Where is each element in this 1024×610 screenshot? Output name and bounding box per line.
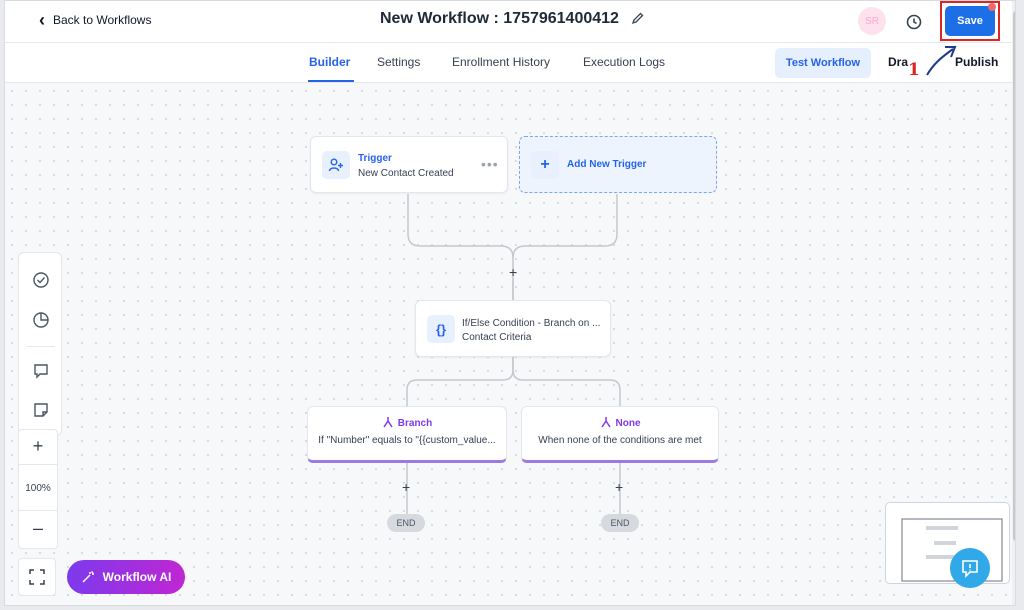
workflow-canvas[interactable]: Trigger New Contact Created ••• + Add Ne… [5, 84, 1015, 605]
workflow-ai-label: Workflow AI [102, 570, 172, 584]
avatar[interactable]: SR [858, 7, 886, 35]
back-label: Back to Workflows [53, 13, 152, 27]
if-else-condition-node[interactable]: {} If/Else Condition - Branch on ... Con… [415, 300, 611, 357]
avatar-initials: SR [865, 15, 879, 27]
workflow-ai-button[interactable]: Workflow AI [67, 560, 185, 594]
active-tab-underline [308, 80, 354, 82]
add-new-trigger-node[interactable]: + Add New Trigger [519, 136, 717, 193]
branch-description: If "Number" equals to "{{custom_value... [318, 435, 496, 446]
none-description: When none of the conditions are met [538, 435, 702, 446]
branch-title: Branch [308, 416, 506, 429]
top-bar: ‹ Back to Workflows New Workflow : 17579… [5, 1, 1015, 43]
zoom-out-button[interactable]: – [19, 518, 57, 539]
save-button[interactable]: Save [945, 6, 995, 36]
magic-wand-icon [82, 570, 94, 583]
save-label: Save [957, 15, 983, 27]
branch-node[interactable]: Branch If "Number" equals to "{{custom_v… [307, 406, 507, 463]
vertical-scrollbar-thumb[interactable] [1013, 11, 1015, 541]
zoom-in-button[interactable]: + [19, 436, 57, 457]
branch-title-text: Branch [397, 418, 433, 429]
tab-bar: Builder Settings Enrollment History Exec… [5, 43, 1015, 83]
step-number-annotation: 1 [908, 60, 920, 80]
chevron-left-icon: ‹ [39, 10, 45, 30]
back-to-workflows-link[interactable]: ‹ Back to Workflows [39, 10, 152, 30]
zoom-controls: + 100% – [18, 429, 58, 549]
end-node: END [601, 514, 639, 532]
condition-subtitle: Contact Criteria [462, 332, 532, 343]
test-workflow-label: Test Workflow [785, 57, 861, 69]
more-options-icon[interactable]: ••• [481, 156, 499, 172]
comment-icon[interactable] [30, 360, 52, 382]
notification-dot [988, 3, 996, 11]
branch-icon [600, 417, 611, 428]
trigger-subtitle: New Contact Created [358, 168, 454, 179]
sticky-note-icon[interactable] [30, 399, 52, 421]
add-step-button[interactable]: + [615, 479, 623, 495]
add-step-button[interactable]: + [402, 479, 410, 495]
none-title-text: None [615, 418, 641, 429]
test-workflow-button[interactable]: Test Workflow [775, 48, 871, 78]
check-circle-icon[interactable] [30, 269, 52, 291]
annotation-arrow [926, 46, 957, 76]
braces-icon: {} [427, 315, 455, 343]
pie-chart-icon[interactable] [30, 309, 52, 331]
history-icon[interactable] [903, 11, 925, 33]
zoom-divider [19, 510, 57, 511]
end-node: END [387, 514, 425, 532]
expand-icon [29, 569, 45, 585]
draft-toggle-label[interactable]: Dra [888, 55, 908, 69]
add-user-icon [322, 151, 350, 179]
workflow-title[interactable]: New Workflow : 1757961400412 [380, 10, 645, 28]
trigger-title: Trigger [358, 153, 392, 164]
tab-enrollment-history[interactable]: Enrollment History [452, 55, 550, 69]
help-chat-icon [962, 560, 978, 578]
trigger-node[interactable]: Trigger New Contact Created ••• [310, 136, 508, 193]
condition-title: If/Else Condition - Branch on ... [462, 318, 601, 329]
pencil-icon[interactable] [631, 11, 645, 28]
none-branch-node[interactable]: None When none of the conditions are met [521, 406, 719, 463]
toolbar-divider [27, 346, 55, 347]
tab-execution-logs[interactable]: Execution Logs [583, 55, 665, 69]
tab-builder[interactable]: Builder [309, 55, 350, 69]
canvas-toolbar [18, 252, 62, 436]
branch-icon [383, 417, 393, 428]
zoom-divider [19, 464, 57, 465]
minimap[interactable] [885, 502, 1010, 584]
help-chat-button[interactable] [950, 548, 990, 588]
add-new-trigger-label: Add New Trigger [567, 159, 647, 170]
plus-icon: + [531, 151, 559, 179]
tab-settings[interactable]: Settings [377, 55, 420, 69]
zoom-level: 100% [25, 483, 51, 494]
workflow-title-text: New Workflow : 1757961400412 [380, 10, 619, 27]
minimap-preview [901, 518, 1003, 582]
add-step-button[interactable]: + [509, 264, 517, 280]
none-title: None [522, 416, 718, 429]
fit-view-button[interactable] [18, 558, 56, 596]
workflow-builder-window: ‹ Back to Workflows New Workflow : 17579… [4, 0, 1016, 606]
